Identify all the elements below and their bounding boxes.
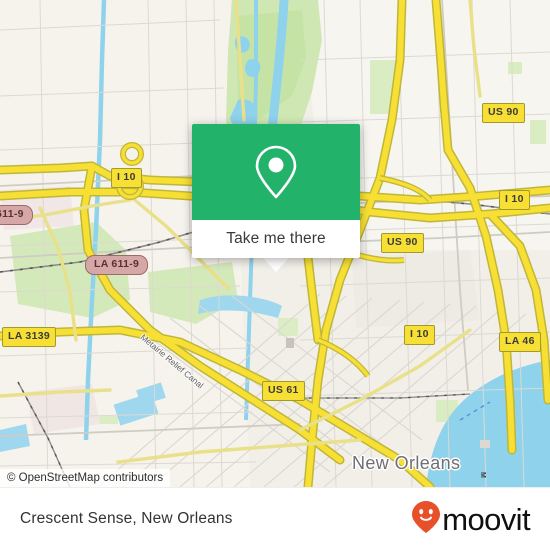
shield-la611-9: LA 611-9 <box>85 255 149 275</box>
shield-la3139: LA 3139 <box>2 327 56 347</box>
popup-tail-arrow <box>263 258 289 272</box>
moovit-wordmark: moovit <box>442 501 530 537</box>
osm-attribution[interactable]: © OpenStreetMap contributors <box>0 469 171 487</box>
shield-la46: LA 46 <box>499 332 541 352</box>
shield-us90-mid: US 90 <box>381 233 424 253</box>
map-building-1 <box>286 338 294 348</box>
shield-i10-bottom: I 10 <box>404 325 435 345</box>
popup-action-area[interactable]: Take me there <box>192 220 360 258</box>
city-label-new-orleans: New Orleans <box>352 453 461 473</box>
location-pin-icon <box>254 144 298 200</box>
map-green-patch-2 <box>508 62 522 74</box>
popup-pin-area <box>192 124 360 220</box>
river-label: M <box>479 472 486 478</box>
location-popup-card[interactable]: Take me there <box>192 124 360 258</box>
shield-us61: US 61 <box>262 381 305 401</box>
shield-i10-right: I 10 <box>499 190 530 210</box>
moovit-brand[interactable]: moovit <box>411 500 531 539</box>
map-page: Metairie Relief Canal New Orleans M I 10… <box>0 0 550 550</box>
shield-la611-9-edge: 611-9 <box>0 205 33 225</box>
shield-us90-top: US 90 <box>482 103 525 123</box>
shield-i10-topleft: I 10 <box>111 168 142 188</box>
map-green-patch-3 <box>530 120 546 144</box>
map-building-2 <box>480 440 490 448</box>
place-title: Crescent Sense, New Orleans <box>20 510 233 527</box>
map-canvas[interactable]: Metairie Relief Canal New Orleans M I 10… <box>0 0 550 487</box>
footer-bar: Crescent Sense, New Orleans moovit <box>0 487 550 550</box>
take-me-there-label: Take me there <box>226 230 326 247</box>
moovit-smiley-pin-icon <box>411 500 441 539</box>
